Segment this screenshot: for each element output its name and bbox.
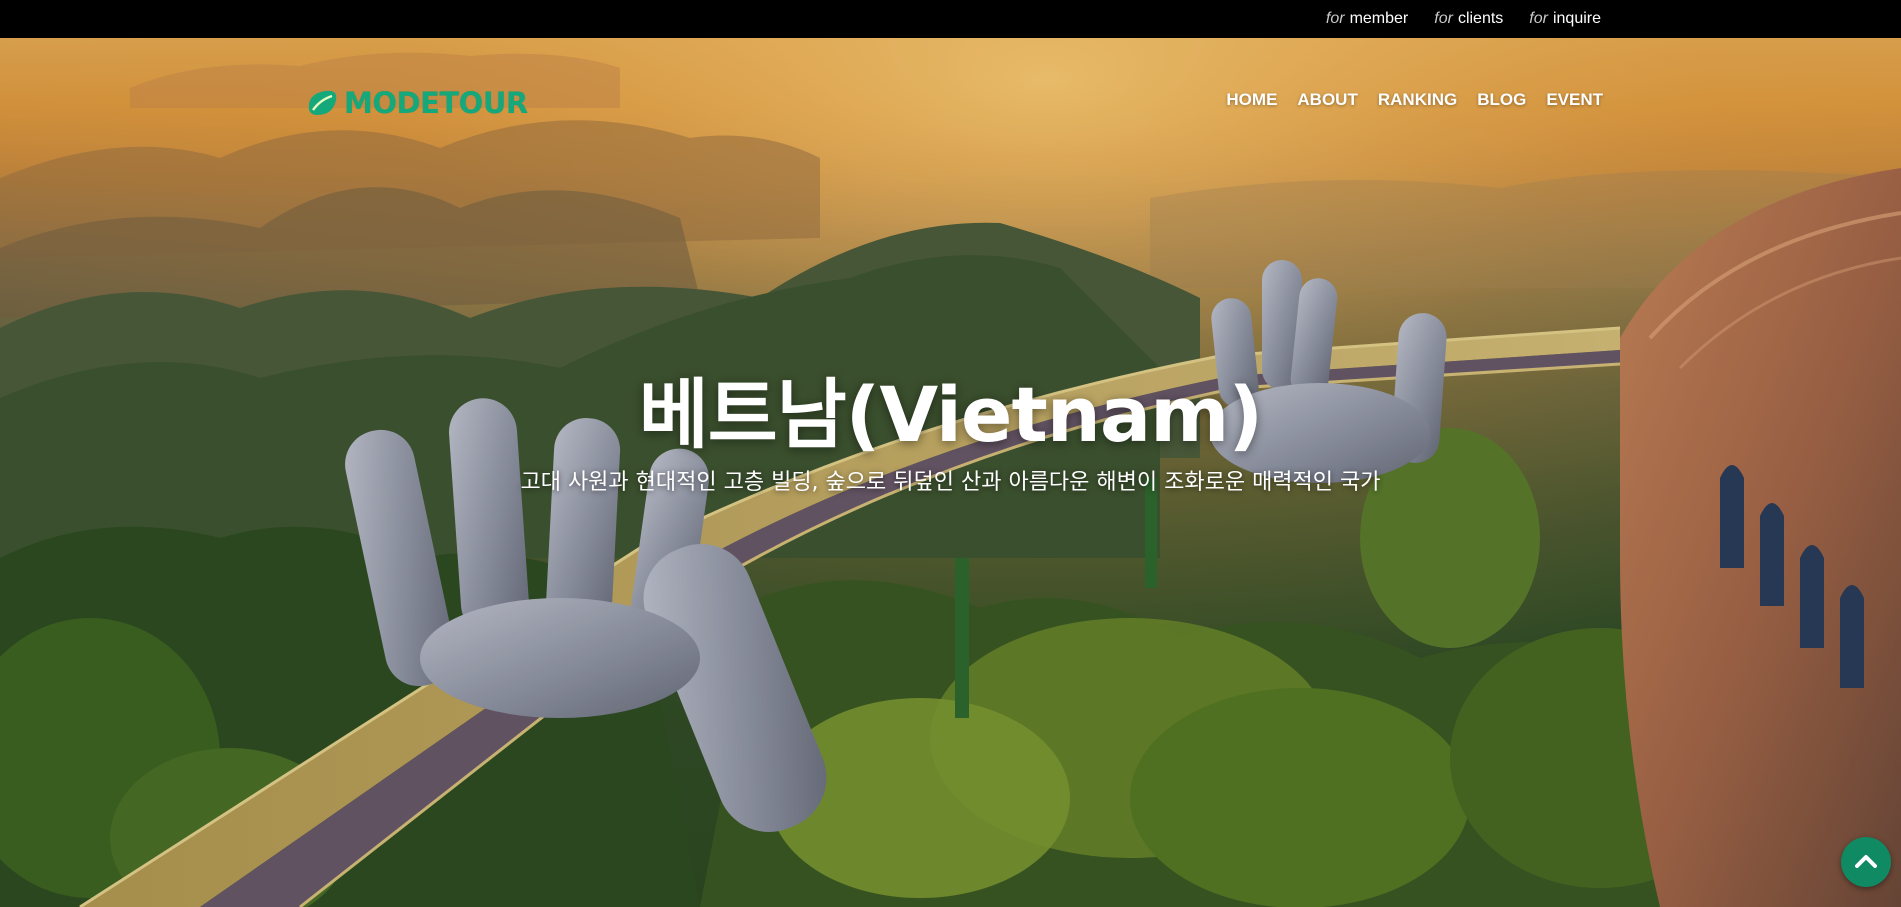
scroll-top-button[interactable] [1841, 837, 1891, 887]
nav-about[interactable]: ABOUT [1297, 90, 1357, 110]
hero-subtitle: 고대 사원과 현대적인 고층 빌딩, 숲으로 뒤덮인 산과 아름다운 해변이 조… [520, 470, 1381, 495]
member-link[interactable]: for member [1326, 10, 1408, 28]
logo-text: MODETOUR [344, 86, 528, 120]
hero-title: 베트남(Vietnam) [638, 370, 1263, 459]
inquire-link-label: inquire [1552, 10, 1601, 27]
clients-link[interactable]: for clients [1434, 10, 1503, 28]
hero-section: MODETOUR HOME ABOUT RANKING BLOG EVENT 베… [0, 38, 1901, 907]
nav-event[interactable]: EVENT [1546, 90, 1603, 110]
nav-home[interactable]: HOME [1226, 90, 1277, 110]
top-utility-bar: for member for clients for inquire [0, 0, 1901, 38]
member-link-prefix: for [1325, 10, 1345, 27]
inquire-link-prefix: for [1529, 10, 1548, 27]
leaf-icon [308, 90, 337, 115]
member-link-label: member [1349, 10, 1409, 27]
nav-ranking[interactable]: RANKING [1378, 90, 1457, 110]
top-links: for member for clients for inquire [1326, 0, 1601, 38]
chevron-up-icon [1855, 855, 1877, 868]
nav-blog[interactable]: BLOG [1477, 90, 1526, 110]
clients-link-label: clients [1457, 10, 1504, 27]
logo[interactable]: MODETOUR [305, 85, 528, 121]
clients-link-prefix: for [1434, 10, 1453, 27]
inquire-link[interactable]: for inquire [1529, 10, 1601, 28]
main-nav: HOME ABOUT RANKING BLOG EVENT [1226, 90, 1603, 110]
